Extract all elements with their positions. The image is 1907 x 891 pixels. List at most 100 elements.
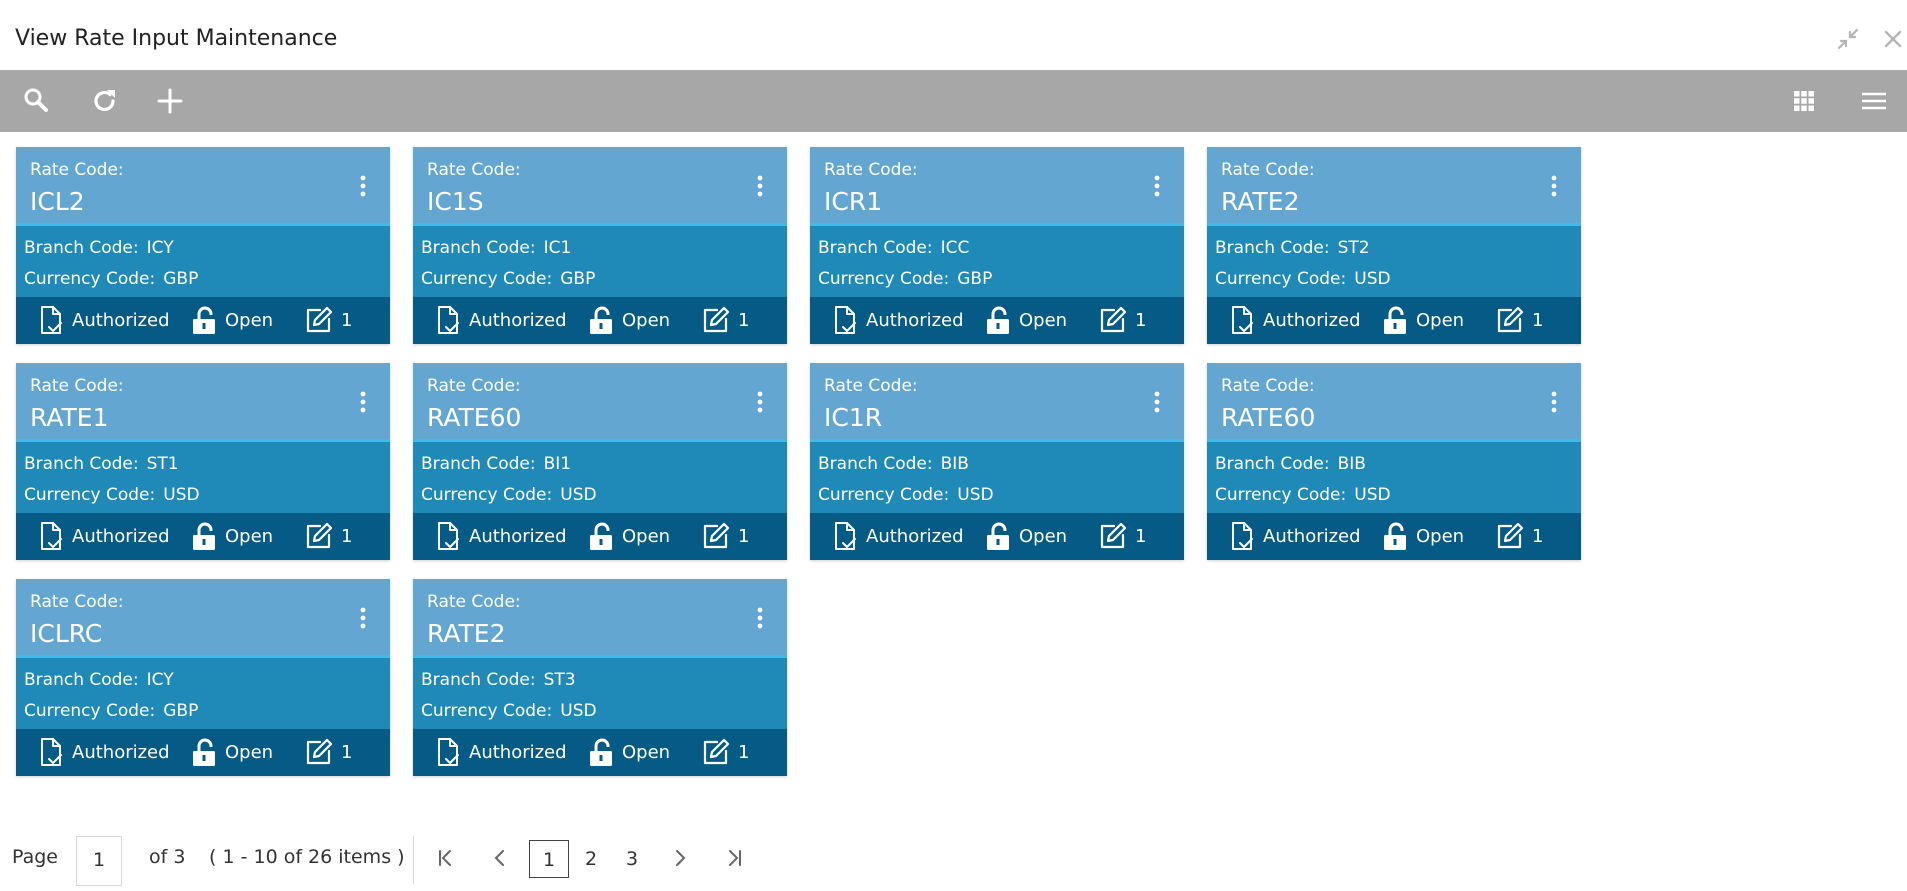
edit-icon — [703, 522, 730, 549]
pagination-divider — [413, 836, 414, 884]
currency-code-line: Currency Code: GBP — [818, 269, 992, 289]
authorized-doc-icon — [41, 522, 62, 550]
currency-code-line: Currency Code: GBP — [24, 269, 198, 289]
record-status-text: Open — [225, 525, 274, 547]
auth-status-text: Authorized — [469, 309, 567, 331]
close-icon[interactable] — [1880, 26, 1906, 52]
currency-code-label: Currency Code: — [1215, 485, 1347, 505]
card-footer: Authorized Open 1 — [413, 729, 787, 776]
plus-icon[interactable] — [153, 84, 187, 118]
auth-status: Authorized — [435, 737, 567, 767]
unlock-icon — [590, 306, 612, 334]
currency-code-line: Currency Code: USD — [421, 485, 597, 505]
first-page-icon[interactable] — [434, 846, 458, 870]
modification-number-text: 1 — [738, 309, 750, 331]
unlock-icon — [987, 522, 1009, 550]
record-status: Open — [191, 737, 273, 767]
rate-code-label: Rate Code: — [30, 160, 124, 180]
branch-code-line: Branch Code: BIB — [818, 454, 969, 474]
modification-number: 1 — [305, 521, 352, 551]
modification-number-text: 1 — [1532, 525, 1544, 547]
card-footer: Authorized Open 1 — [16, 513, 390, 560]
grid-icon[interactable] — [1787, 84, 1821, 118]
rate-code-label: Rate Code: — [824, 376, 918, 396]
rate-code-label: Rate Code: — [30, 592, 124, 612]
more-options-icon[interactable] — [1549, 173, 1559, 199]
card-footer: Authorized Open 1 — [1207, 297, 1581, 344]
more-options-icon[interactable] — [1152, 173, 1162, 199]
card-body: Branch Code: IC1 Currency Code: GBP — [413, 226, 787, 297]
rate-code-value: RATE1 — [30, 403, 109, 432]
rate-card[interactable]: Rate Code: IC1S Branch Code: IC1 Currency… — [413, 147, 787, 344]
rate-code-label: Rate Code: — [427, 592, 521, 612]
more-options-icon[interactable] — [358, 605, 368, 631]
page-number-input[interactable]: 1 — [76, 836, 122, 886]
branch-code-label: Branch Code: — [1215, 238, 1330, 258]
currency-code-label: Currency Code: — [818, 269, 950, 289]
card-body: Branch Code: ICY Currency Code: GBP — [16, 226, 390, 297]
modification-number: 1 — [1496, 521, 1543, 551]
next-page-icon[interactable] — [668, 846, 692, 870]
modification-number-text: 1 — [1135, 525, 1147, 547]
edit-icon — [703, 306, 730, 333]
menu-icon[interactable] — [1857, 84, 1891, 118]
rate-card[interactable]: Rate Code: ICLRC Branch Code: ICY Currenc… — [16, 579, 390, 776]
record-status: Open — [985, 521, 1067, 551]
auth-status: Authorized — [832, 305, 964, 335]
auth-status-text: Authorized — [866, 525, 964, 547]
more-options-icon[interactable] — [755, 389, 765, 415]
authorized-doc-icon — [41, 738, 62, 766]
rate-code-value: ICLRC — [30, 619, 103, 648]
title-bar: View Rate Input Maintenance — [0, 0, 1907, 70]
rate-card[interactable]: Rate Code: RATE2 Branch Code: ST2 Currenc… — [1207, 147, 1581, 344]
more-options-icon[interactable] — [755, 173, 765, 199]
currency-code-line: Currency Code: USD — [1215, 485, 1391, 505]
card-header: Rate Code: IC1R — [810, 363, 1184, 442]
last-page-icon[interactable] — [722, 846, 746, 870]
auth-status-text: Authorized — [469, 525, 567, 547]
rate-card[interactable]: Rate Code: RATE1 Branch Code: ST1 Currenc… — [16, 363, 390, 560]
authorized-doc-icon — [438, 306, 459, 334]
currency-code-line: Currency Code: USD — [24, 485, 200, 505]
more-options-icon[interactable] — [1549, 389, 1559, 415]
page-count: of 3 — [149, 846, 186, 868]
refresh-icon[interactable] — [88, 84, 122, 118]
authorized-doc-icon — [1232, 306, 1253, 334]
unlock-icon — [1384, 522, 1406, 550]
record-status-text: Open — [1416, 525, 1465, 547]
edit-icon — [1100, 522, 1127, 549]
currency-code-label: Currency Code: — [24, 701, 156, 721]
rate-card[interactable]: Rate Code: ICR1 Branch Code: ICC Currency… — [810, 147, 1184, 344]
rate-card[interactable]: Rate Code: RATE60 Branch Code: BIB Curren… — [1207, 363, 1581, 560]
card-footer: Authorized Open 1 — [1207, 513, 1581, 560]
page-2-button[interactable]: 2 — [571, 840, 611, 878]
modification-number-text: 1 — [738, 525, 750, 547]
edit-icon — [306, 306, 333, 333]
more-options-icon[interactable] — [358, 173, 368, 199]
modification-number: 1 — [1099, 521, 1146, 551]
authorized-doc-icon — [835, 522, 856, 550]
rate-card[interactable]: Rate Code: IC1R Branch Code: BIB Currency… — [810, 363, 1184, 560]
search-icon[interactable] — [19, 84, 53, 118]
more-options-icon[interactable] — [1152, 389, 1162, 415]
currency-code-value: USD — [1354, 485, 1391, 505]
rate-card[interactable]: Rate Code: RATE60 Branch Code: BI1 Curren… — [413, 363, 787, 560]
rate-card[interactable]: Rate Code: RATE2 Branch Code: ST3 Currenc… — [413, 579, 787, 776]
previous-page-icon[interactable] — [488, 846, 512, 870]
card-body: Branch Code: ICY Currency Code: GBP — [16, 658, 390, 729]
card-grid: Rate Code: ICL2 Branch Code: ICY Currency… — [16, 147, 1596, 777]
modification-number: 1 — [1496, 305, 1543, 335]
more-options-icon[interactable] — [358, 389, 368, 415]
minimize-icon[interactable] — [1835, 26, 1861, 52]
record-status: Open — [191, 305, 273, 335]
page-1-button[interactable]: 1 — [529, 840, 569, 878]
authorized-doc-icon — [1232, 522, 1253, 550]
more-options-icon[interactable] — [755, 605, 765, 631]
branch-code-line: Branch Code: BIB — [1215, 454, 1366, 474]
page-3-button[interactable]: 3 — [612, 840, 652, 878]
auth-status: Authorized — [1229, 521, 1361, 551]
authorized-doc-icon — [835, 306, 856, 334]
currency-code-line: Currency Code: USD — [421, 701, 597, 721]
rate-card[interactable]: Rate Code: ICL2 Branch Code: ICY Currency… — [16, 147, 390, 344]
currency-code-label: Currency Code: — [421, 701, 553, 721]
